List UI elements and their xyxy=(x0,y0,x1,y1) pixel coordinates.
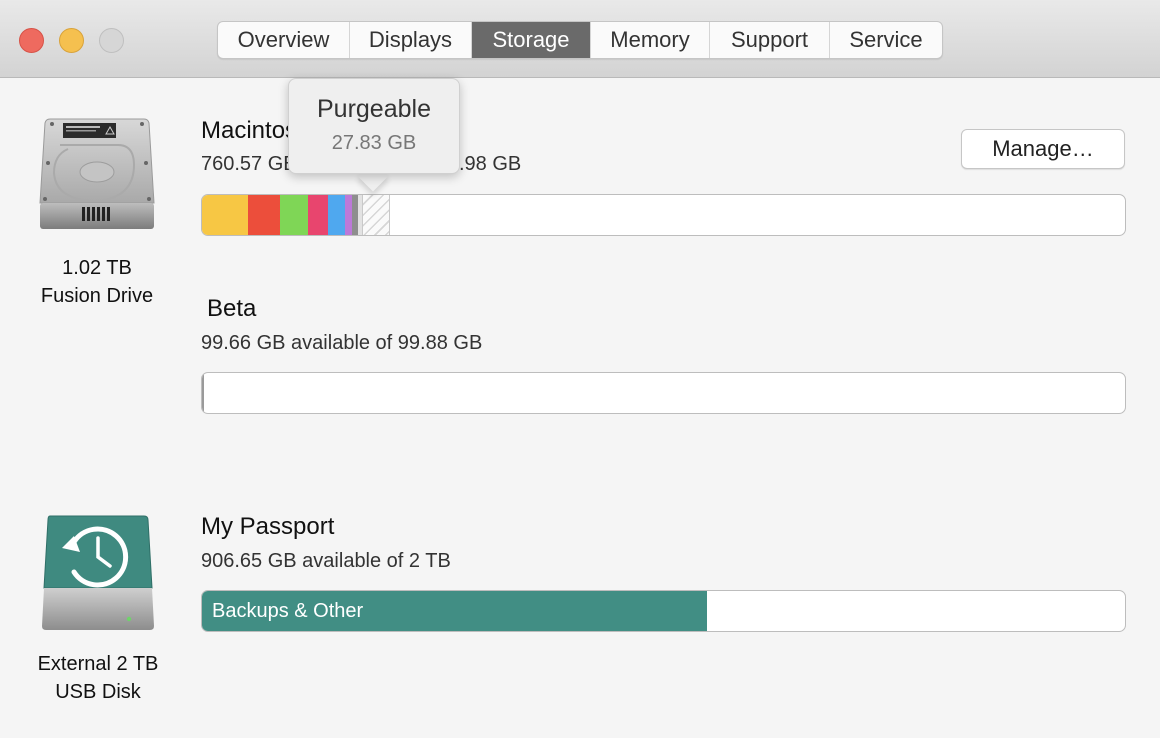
internal-disk-caption: 1.02 TB Fusion Drive xyxy=(18,254,176,310)
storage-bar-my-passport: Backups & Other xyxy=(201,590,1126,632)
tab-displays[interactable]: Displays xyxy=(350,22,472,58)
manage-button[interactable]: Manage… xyxy=(961,129,1125,169)
storage-segment-backups-other[interactable]: Backups & Other xyxy=(202,591,707,631)
purgeable-popover: Purgeable 27.83 GB xyxy=(288,78,460,174)
tab-storage[interactable]: Storage xyxy=(472,22,591,58)
tab-bar: Overview Displays Storage Memory Support… xyxy=(217,21,943,59)
window-titlebar: Overview Displays Storage Memory Support… xyxy=(0,0,1160,78)
storage-segment-yellow[interactable] xyxy=(202,195,248,235)
minimize-window-button[interactable] xyxy=(59,28,84,53)
tab-service[interactable]: Service xyxy=(830,22,942,58)
storage-segment-purple[interactable] xyxy=(345,195,352,235)
popover-title: Purgeable xyxy=(317,95,431,123)
storage-segment-used[interactable] xyxy=(202,373,204,413)
zoom-window-button[interactable] xyxy=(99,28,124,53)
popover-value: 27.83 GB xyxy=(331,132,417,154)
tab-support[interactable]: Support xyxy=(710,22,830,58)
storage-segment-pink[interactable] xyxy=(308,195,328,235)
external-disk-caption: External 2 TB USB Disk xyxy=(14,650,182,706)
disk-capacity: External 2 TB xyxy=(37,653,159,675)
storage-bar-macintosh-hd xyxy=(201,194,1126,236)
disk-type: USB Disk xyxy=(55,681,141,703)
segment-label: Backups & Other xyxy=(212,599,364,622)
disk-type: Fusion Drive xyxy=(40,285,154,307)
internal-hard-drive-icon xyxy=(39,118,155,229)
storage-bar-beta xyxy=(201,372,1126,414)
volume-availability-beta: 99.66 GB available of 99.88 GB xyxy=(201,332,483,354)
storage-segment-red[interactable] xyxy=(248,195,280,235)
tab-memory[interactable]: Memory xyxy=(591,22,710,58)
storage-segment-blue[interactable] xyxy=(328,195,345,235)
time-machine-external-drive-icon xyxy=(42,515,154,630)
volume-availability-my-passport: 906.65 GB available of 2 TB xyxy=(201,550,451,572)
storage-segment-green[interactable] xyxy=(280,195,308,235)
storage-segment-purgeable[interactable] xyxy=(362,195,390,235)
volume-name-my-passport: My Passport xyxy=(201,513,335,540)
tab-overview[interactable]: Overview xyxy=(218,22,350,58)
close-window-button[interactable] xyxy=(19,28,44,53)
disk-capacity: 1.02 TB xyxy=(62,257,132,279)
volume-name-beta: Beta xyxy=(207,295,257,322)
